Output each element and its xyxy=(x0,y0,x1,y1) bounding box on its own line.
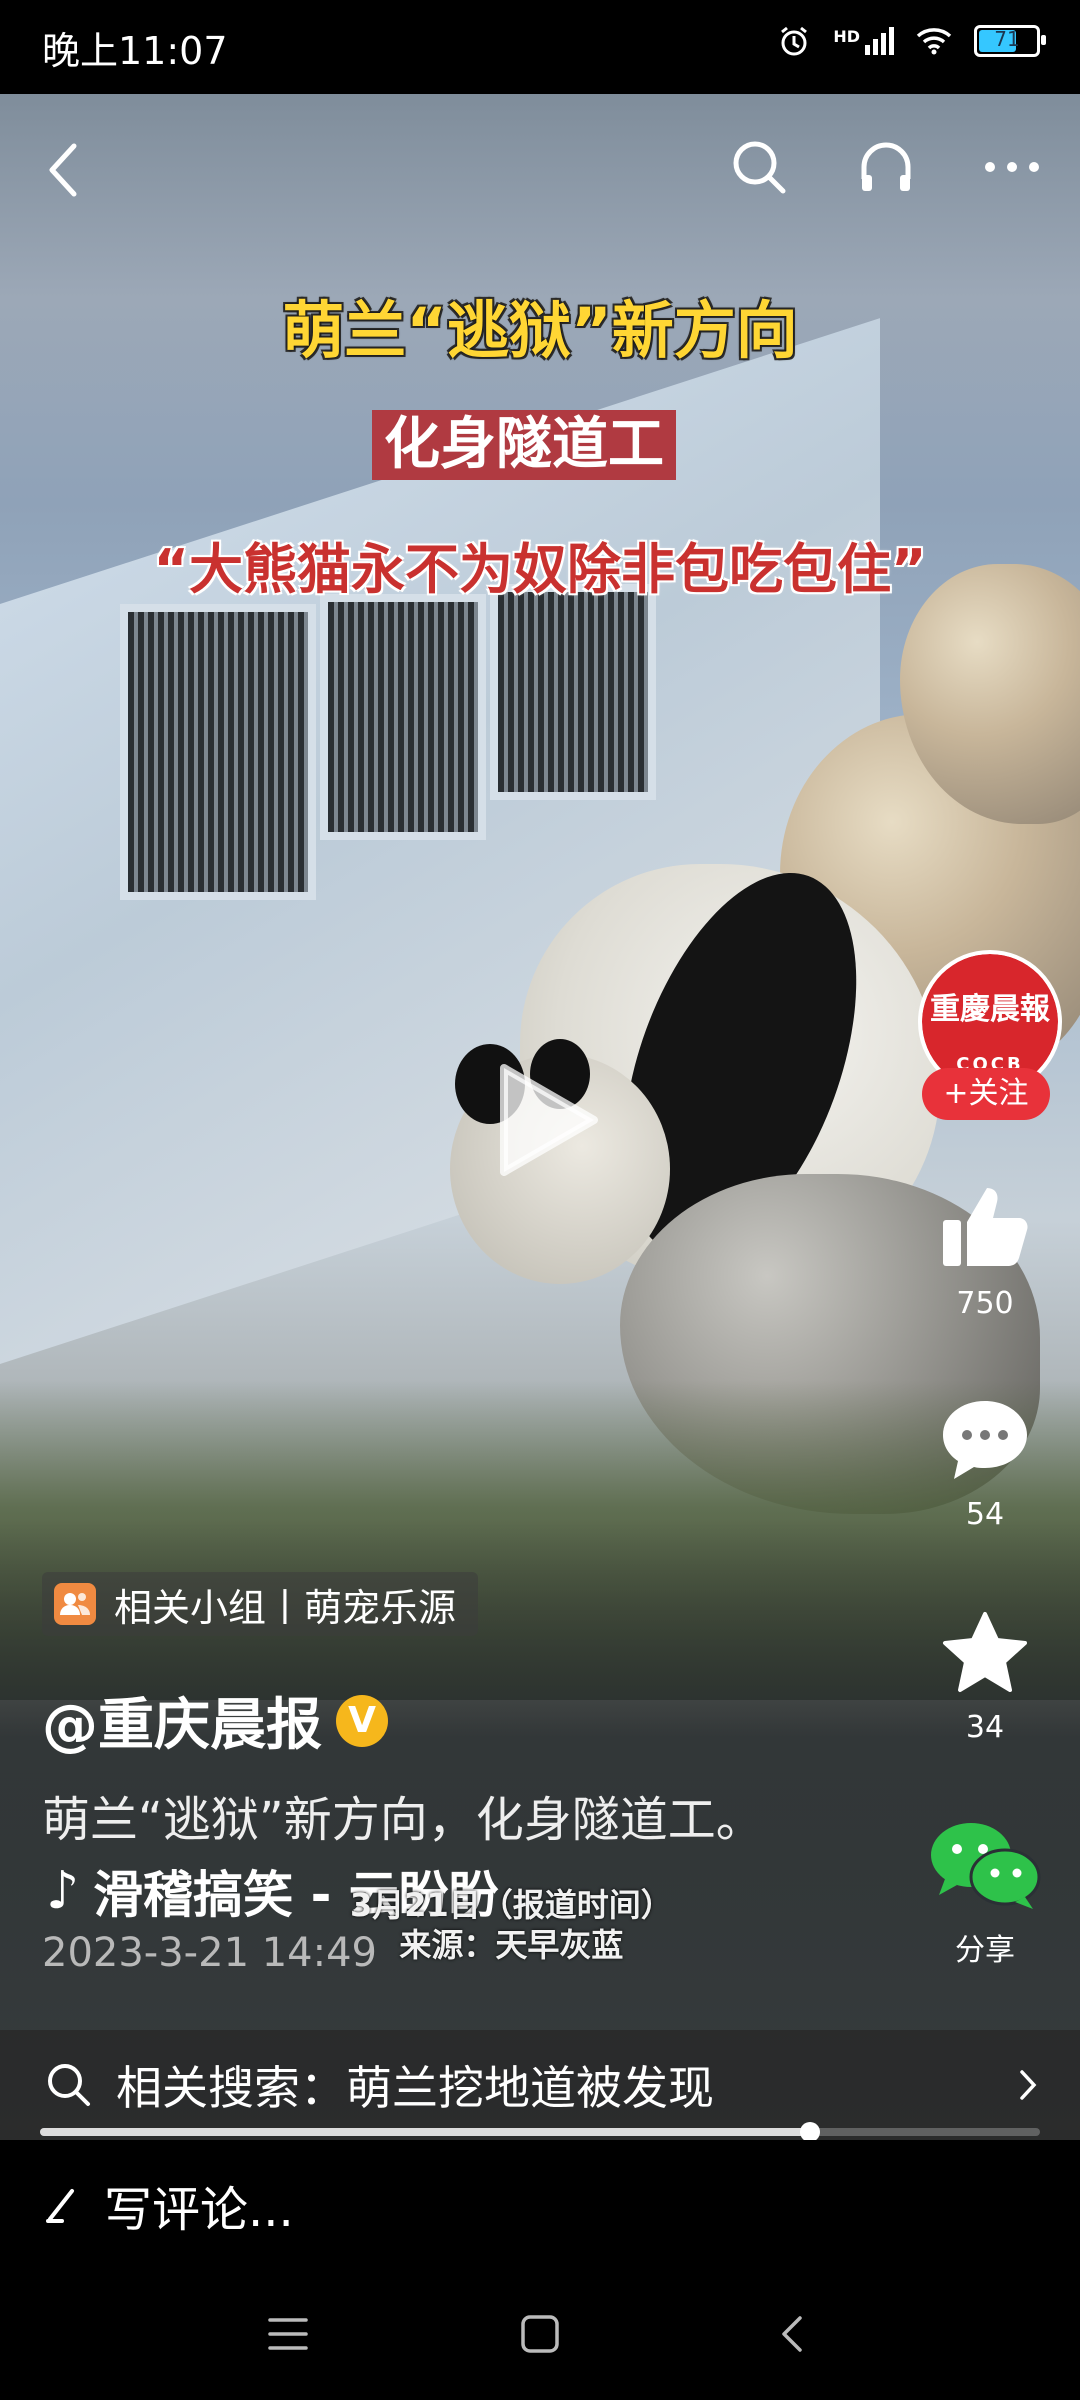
video-window-1 xyxy=(120,604,316,900)
status-time: 晚上11:07 xyxy=(42,29,228,73)
related-search-bar[interactable]: 相关搜索：萌兰挖地道被发现 xyxy=(0,2030,1080,2140)
video-window-3 xyxy=(490,584,656,800)
thumbs-up-icon xyxy=(943,1188,1028,1266)
video-progress-bar[interactable] xyxy=(40,2122,1040,2142)
favorite-count: 34 xyxy=(965,1710,1005,1745)
battery-icon: 71 xyxy=(974,25,1046,57)
video-caption-subtitle: 化身隧道工 xyxy=(372,410,676,480)
wifi-icon xyxy=(916,28,952,55)
related-group-tag[interactable]: 相关小组丨萌宠乐源 xyxy=(42,1572,479,1636)
related-search-icon xyxy=(48,2064,90,2106)
like-count: 750 xyxy=(956,1286,1014,1321)
post-description: 萌兰“逃狱”新方向，化身隧道工。 xyxy=(42,1792,764,1848)
video-window-2 xyxy=(320,594,486,840)
group-tag-label: 相关小组丨萌宠乐源 xyxy=(114,1585,457,1630)
pen-icon xyxy=(46,2189,74,2223)
music-note-icon: ♪ xyxy=(46,1861,80,1921)
alarm-icon xyxy=(781,26,808,56)
video-burned-line-2: 来源：天早灰蓝 xyxy=(399,1926,624,1964)
nav-back-icon[interactable] xyxy=(780,2314,804,2354)
favorite-button[interactable]: 34 xyxy=(920,1610,1050,1745)
progress-thumb[interactable] xyxy=(800,2122,820,2142)
menu-icon[interactable] xyxy=(268,2316,308,2352)
author-handle: @重庆晨报 xyxy=(42,1693,322,1758)
video-caption-title: 萌兰“逃狱”新方向 xyxy=(282,294,798,367)
star-icon xyxy=(943,1612,1027,1692)
chevron-right-icon xyxy=(1020,2070,1037,2100)
network-label: HD xyxy=(833,27,860,46)
like-button[interactable]: 750 xyxy=(920,1180,1050,1321)
comment-input[interactable]: 写评论... xyxy=(0,2140,1080,2270)
video-burned-text: 3月21日（报道时间） 来源：天早灰蓝 xyxy=(350,1885,673,1965)
home-square-icon[interactable] xyxy=(520,2314,560,2354)
share-label: 分享 xyxy=(955,1933,1015,1968)
verified-badge-icon: V xyxy=(336,1694,388,1747)
group-icon xyxy=(54,1583,96,1625)
comment-count: 54 xyxy=(965,1497,1005,1532)
follow-button[interactable]: +关注 xyxy=(922,1068,1050,1120)
battery-level: 71 xyxy=(994,27,1020,51)
headphones-icon[interactable] xyxy=(858,139,914,195)
avatar-logo-name: 重慶晨報 xyxy=(930,992,1050,1027)
back-arrow-icon[interactable] xyxy=(44,140,84,200)
play-icon[interactable] xyxy=(494,1060,604,1180)
signal-icon: HD xyxy=(833,27,894,55)
search-icon[interactable] xyxy=(730,138,788,196)
comment-bubble-icon xyxy=(943,1401,1027,1479)
system-nav-bar xyxy=(0,2270,1080,2400)
related-search-label: 相关搜索：萌兰挖地道被发现 xyxy=(116,2061,714,2115)
progress-played xyxy=(40,2128,810,2136)
comment-button[interactable]: 54 xyxy=(920,1395,1050,1532)
more-dots-icon[interactable] xyxy=(984,157,1040,177)
top-actions xyxy=(730,138,1040,196)
wechat-icon xyxy=(931,1823,1041,1909)
status-bar: 晚上11:07 HD 71 xyxy=(0,0,1080,94)
post-datetime: 2023-3-21 14:49 xyxy=(42,1930,377,1976)
share-button[interactable]: 分享 xyxy=(920,1815,1050,1969)
video-burned-line-1: 3月21日（报道时间） xyxy=(350,1886,673,1924)
video-caption-quote: “大熊猫永不为奴除非包吃包住” xyxy=(153,538,927,601)
status-icons: HD 71 xyxy=(777,24,1046,58)
comment-placeholder: 写评论... xyxy=(104,2182,294,2238)
author-name[interactable]: @重庆晨报 V xyxy=(42,1680,388,1761)
